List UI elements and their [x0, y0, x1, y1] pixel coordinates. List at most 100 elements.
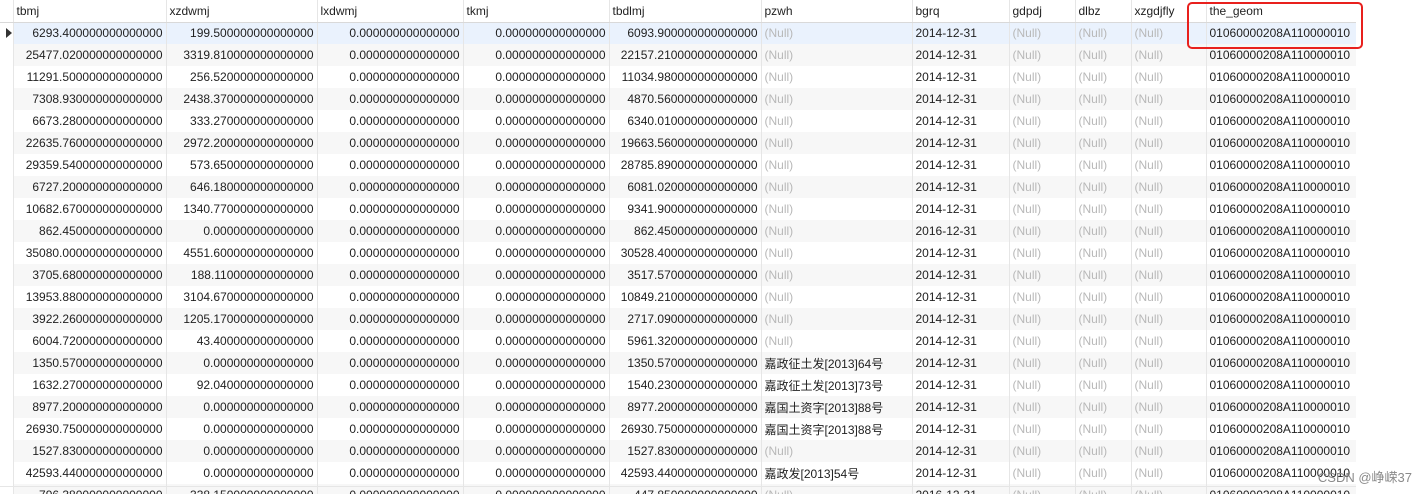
cell-dlbz[interactable]: (Null) — [1075, 176, 1132, 198]
cell-pzwh[interactable]: 嘉国土资字[2013]88号 — [761, 396, 913, 418]
cell-lxdwmj[interactable]: 0.000000000000000 — [317, 418, 464, 440]
cell-gdpdj[interactable]: (Null) — [1009, 242, 1076, 264]
cell-tbmj[interactable]: 42593.440000000000000 — [13, 462, 167, 484]
cell-pzwh[interactable]: (Null) — [761, 264, 913, 286]
cell-pzwh[interactable]: 嘉政发[2013]54号 — [761, 462, 913, 484]
cell-tkmj[interactable]: 0.000000000000000 — [463, 462, 610, 484]
cell-bgrq[interactable]: 2014-12-31 — [912, 198, 1010, 220]
row-indicator[interactable] — [0, 44, 14, 66]
cell-tbdlmj[interactable]: 8977.200000000000000 — [609, 396, 762, 418]
cell-lxdwmj[interactable]: 0.000000000000000 — [317, 198, 464, 220]
cell-xzgdjfly[interactable]: (Null) — [1131, 44, 1207, 66]
cell-xzdwmj[interactable]: 92.040000000000000 — [166, 374, 318, 396]
cell-xzdwmj[interactable]: 199.500000000000000 — [166, 22, 318, 44]
cell-tbmj[interactable]: 6673.280000000000000 — [13, 110, 167, 132]
cell-xzdwmj[interactable]: 4551.600000000000000 — [166, 242, 318, 264]
row-indicator[interactable] — [0, 110, 14, 132]
cell-tbdlmj[interactable]: 2717.090000000000000 — [609, 308, 762, 330]
cell-tkmj[interactable]: 0.000000000000000 — [463, 88, 610, 110]
cell-the-geom[interactable]: 01060000208A110000010 — [1206, 308, 1356, 330]
cell-pzwh[interactable]: (Null) — [761, 330, 913, 352]
cell-gdpdj[interactable]: (Null) — [1009, 110, 1076, 132]
cell-lxdwmj[interactable]: 0.000000000000000 — [317, 110, 464, 132]
cell-lxdwmj[interactable]: 0.000000000000000 — [317, 264, 464, 286]
cell-the-geom[interactable]: 01060000208A110000010 — [1206, 264, 1356, 286]
cell-pzwh[interactable]: 嘉政征土发[2013]73号 — [761, 374, 913, 396]
cell-tbdlmj[interactable]: 1540.230000000000000 — [609, 374, 762, 396]
cell-dlbz[interactable]: (Null) — [1075, 132, 1132, 154]
cell-bgrq[interactable]: 2014-12-31 — [912, 88, 1010, 110]
column-header-gdpdj[interactable]: gdpdj — [1009, 0, 1076, 23]
cell-xzgdjfly[interactable]: (Null) — [1131, 396, 1207, 418]
cell-xzgdjfly[interactable]: (Null) — [1131, 440, 1207, 462]
cell-gdpdj[interactable]: (Null) — [1009, 66, 1076, 88]
cell-tbdlmj[interactable]: 6093.900000000000000 — [609, 22, 762, 44]
row-indicator[interactable] — [0, 176, 14, 198]
cell-bgrq[interactable]: 2014-12-31 — [912, 396, 1010, 418]
cell-gdpdj[interactable]: (Null) — [1009, 220, 1076, 242]
cell-lxdwmj[interactable]: 0.000000000000000 — [317, 374, 464, 396]
cell-gdpdj[interactable]: (Null) — [1009, 330, 1076, 352]
cell-dlbz[interactable]: (Null) — [1075, 154, 1132, 176]
cell-tbmj[interactable]: 29359.540000000000000 — [13, 154, 167, 176]
cell-dlbz[interactable]: (Null) — [1075, 220, 1132, 242]
cell-gdpdj[interactable]: (Null) — [1009, 176, 1076, 198]
table-row[interactable]: 1632.270000000000000 92.040000000000000 0.… — [0, 374, 1356, 396]
cell-dlbz[interactable]: (Null) — [1075, 44, 1132, 66]
cell-gdpdj[interactable]: (Null) — [1009, 264, 1076, 286]
table-row[interactable]: 13953.880000000000000 3104.67000000000000… — [0, 286, 1356, 308]
cell-gdpdj[interactable]: (Null) — [1009, 88, 1076, 110]
cell-tbmj[interactable]: 6293.400000000000000 — [13, 22, 167, 44]
row-indicator[interactable] — [0, 198, 14, 220]
cell-dlbz[interactable]: (Null) — [1075, 198, 1132, 220]
cell-tbmj[interactable]: 862.450000000000000 — [13, 220, 167, 242]
column-header-dlbz[interactable]: dlbz — [1075, 0, 1132, 23]
cell-the-geom[interactable]: 01060000208A110000010 — [1206, 154, 1356, 176]
cell-lxdwmj[interactable]: 0.000000000000000 — [317, 66, 464, 88]
cell-tkmj[interactable]: 0.000000000000000 — [463, 22, 610, 44]
row-indicator[interactable] — [0, 154, 14, 176]
cell-tkmj[interactable]: 0.000000000000000 — [463, 220, 610, 242]
cell-tbmj[interactable]: 25477.020000000000000 — [13, 44, 167, 66]
cell-lxdwmj[interactable]: 0.000000000000000 — [317, 462, 464, 484]
cell-xzdwmj[interactable]: 1205.170000000000000 — [166, 308, 318, 330]
cell-tbmj[interactable]: 3705.680000000000000 — [13, 264, 167, 286]
row-indicator[interactable] — [0, 264, 14, 286]
table-row[interactable]: 10682.670000000000000 1340.77000000000000… — [0, 198, 1356, 220]
cell-tkmj[interactable]: 0.000000000000000 — [463, 264, 610, 286]
cell-dlbz[interactable]: (Null) — [1075, 418, 1132, 440]
cell-lxdwmj[interactable]: 0.000000000000000 — [317, 22, 464, 44]
cell-the-geom[interactable]: 01060000208A110000010 — [1206, 330, 1356, 352]
cell-the-geom[interactable]: 01060000208A110000010 — [1206, 374, 1356, 396]
cell-bgrq[interactable]: 2014-12-31 — [912, 132, 1010, 154]
cell-tbdlmj[interactable]: 3517.570000000000000 — [609, 264, 762, 286]
cell-pzwh[interactable]: (Null) — [761, 88, 913, 110]
cell-tkmj[interactable]: 0.000000000000000 — [463, 242, 610, 264]
table-row[interactable]: 35080.000000000000000 4551.60000000000000… — [0, 242, 1356, 264]
cell-tbdlmj[interactable]: 10849.210000000000000 — [609, 286, 762, 308]
cell-tkmj[interactable]: 0.000000000000000 — [463, 308, 610, 330]
row-indicator[interactable] — [0, 308, 14, 330]
row-indicator[interactable] — [0, 242, 14, 264]
table-row[interactable]: 1527.830000000000000 0.000000000000000 0.0… — [0, 440, 1356, 462]
cell-dlbz[interactable]: (Null) — [1075, 374, 1132, 396]
cell-the-geom[interactable]: 01060000208A110000010 — [1206, 66, 1356, 88]
cell-pzwh[interactable]: (Null) — [761, 66, 913, 88]
cell-the-geom[interactable]: 01060000208A110000010 — [1206, 286, 1356, 308]
cell-tbdlmj[interactable]: 1350.570000000000000 — [609, 352, 762, 374]
cell-dlbz[interactable]: (Null) — [1075, 440, 1132, 462]
cell-gdpdj[interactable]: (Null) — [1009, 44, 1076, 66]
cell-the-geom[interactable]: 01060000208A110000010 — [1206, 418, 1356, 440]
cell-tkmj[interactable]: 0.000000000000000 — [463, 418, 610, 440]
cell-bgrq[interactable]: 2014-12-31 — [912, 242, 1010, 264]
cell-xzgdjfly[interactable]: (Null) — [1131, 22, 1207, 44]
cell-tbmj[interactable]: 13953.880000000000000 — [13, 286, 167, 308]
cell-gdpdj[interactable]: (Null) — [1009, 286, 1076, 308]
cell-bgrq[interactable]: 2014-12-31 — [912, 154, 1010, 176]
cell-tbmj[interactable]: 1350.570000000000000 — [13, 352, 167, 374]
cell-gdpdj[interactable]: (Null) — [1009, 308, 1076, 330]
cell-pzwh[interactable]: (Null) — [761, 440, 913, 462]
cell-tkmj[interactable]: 0.000000000000000 — [463, 132, 610, 154]
cell-the-geom[interactable]: 01060000208A110000010 — [1206, 396, 1356, 418]
row-indicator[interactable] — [0, 374, 14, 396]
